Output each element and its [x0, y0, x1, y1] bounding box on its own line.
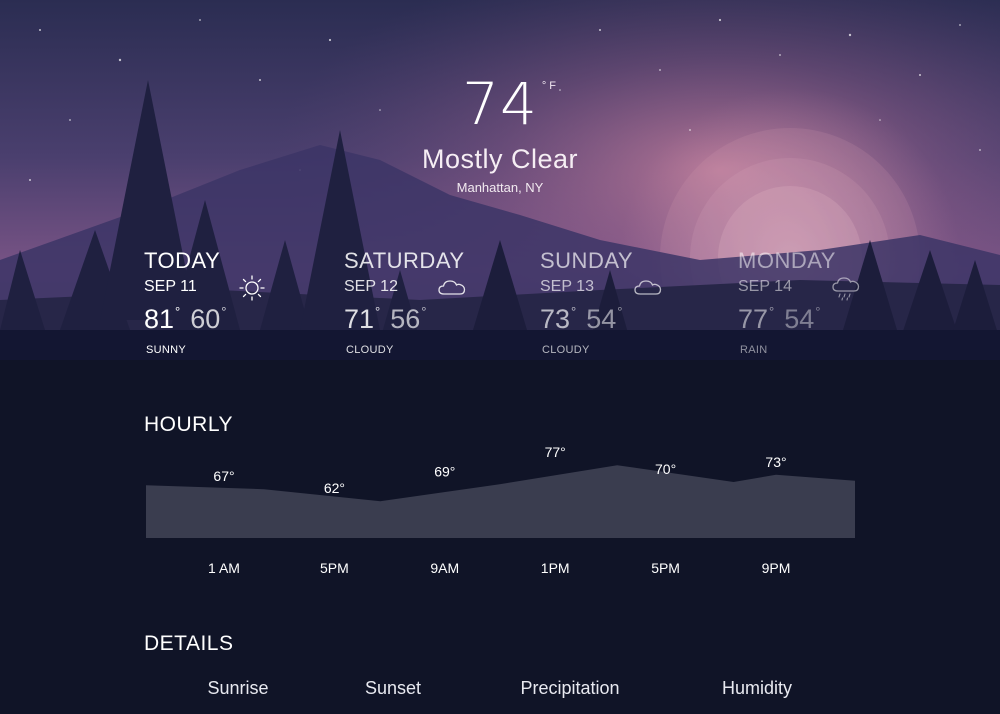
- hourly-value-label: 67°: [213, 468, 234, 484]
- day-low: 54°: [784, 304, 821, 334]
- day-condition: CLOUDY: [542, 344, 590, 356]
- day-name: MONDAY: [738, 248, 836, 273]
- hourly-value-label: 77°: [545, 444, 566, 460]
- details-labels: Sunrise Sunset Precipitation Humidity: [0, 678, 1000, 708]
- day-high: 73°: [540, 304, 577, 334]
- current-weather: 74 °F Mostly Clear Manhattan, NY: [0, 72, 1000, 195]
- hourly-time-label: 1PM: [541, 560, 570, 576]
- detail-sunrise-label[interactable]: Sunrise: [207, 678, 268, 699]
- day-date: SEP 11: [144, 278, 197, 295]
- day-low: 60°: [190, 304, 227, 334]
- forecast-day-today[interactable]: TODAY SEP 11 81° 60° SUNNY: [144, 248, 304, 356]
- forecast-day-sunday[interactable]: SUNDAY SEP 13 73° 54° CLOUDY: [540, 248, 700, 356]
- day-date: SEP 13: [540, 278, 594, 295]
- detail-precipitation-label[interactable]: Precipitation: [520, 678, 619, 699]
- day-condition: RAIN: [740, 344, 768, 356]
- day-temperatures: 81° 60°: [144, 304, 227, 335]
- day-low: 54°: [586, 304, 623, 334]
- day-high: 81°: [144, 304, 181, 334]
- hourly-value-label: 73°: [765, 454, 786, 470]
- day-high: 71°: [344, 304, 381, 334]
- day-temperatures: 71° 56°: [344, 304, 427, 335]
- detail-sunset-label[interactable]: Sunset: [365, 678, 421, 699]
- hourly-value-label: 70°: [655, 461, 676, 477]
- day-date: SEP 12: [344, 278, 398, 295]
- detail-humidity-label[interactable]: Humidity: [722, 678, 792, 699]
- hourly-time-label: 9AM: [430, 560, 459, 576]
- cloud-icon: [634, 280, 662, 295]
- details-section-title: DETAILS: [144, 632, 234, 655]
- day-high: 77°: [738, 304, 775, 334]
- current-location: Manhattan, NY: [456, 180, 544, 195]
- hourly-time-label: 9PM: [762, 560, 791, 576]
- day-low: 56°: [390, 304, 427, 334]
- hourly-value-label: 62°: [324, 480, 345, 496]
- day-condition: CLOUDY: [346, 344, 394, 356]
- forecast-day-saturday[interactable]: SATURDAY SEP 12 71° 56° CLOUDY: [344, 248, 504, 356]
- sun-icon: [239, 275, 265, 301]
- day-temperatures: 73° 54°: [540, 304, 623, 335]
- forecast-day-monday[interactable]: MONDAY SEP 14 77° 54° RAIN: [738, 248, 898, 356]
- temperature-unit: °F: [541, 80, 560, 92]
- hourly-temperature-chart: 67° 1 AM 62° 5PM 69° 9AM 77° 1PM 70° 5PM 73° 9PM: [146, 444, 855, 576]
- current-temperature: 74: [462, 70, 538, 138]
- rain-cloud-icon: [832, 277, 860, 301]
- hourly-temperature-area: [146, 465, 855, 538]
- day-date: SEP 14: [738, 278, 792, 295]
- hourly-value-label: 69°: [434, 463, 455, 479]
- daily-forecast: TODAY SEP 11 81° 60° SUNNY SATURDAY SEP 1…: [144, 248, 864, 368]
- day-name: SATURDAY: [344, 248, 465, 273]
- cloud-icon: [438, 280, 466, 295]
- hourly-section-title: HOURLY: [144, 413, 233, 436]
- day-condition: SUNNY: [146, 344, 187, 356]
- hourly-time-label: 5PM: [651, 560, 680, 576]
- day-name: SUNDAY: [540, 248, 634, 273]
- day-name: TODAY: [144, 248, 221, 273]
- current-temperature-group: 74 °F: [462, 70, 556, 138]
- day-temperatures: 77° 54°: [738, 304, 821, 335]
- hourly-time-label: 1 AM: [208, 560, 240, 576]
- current-condition: Mostly Clear: [421, 144, 579, 174]
- hourly-time-label: 5PM: [320, 560, 349, 576]
